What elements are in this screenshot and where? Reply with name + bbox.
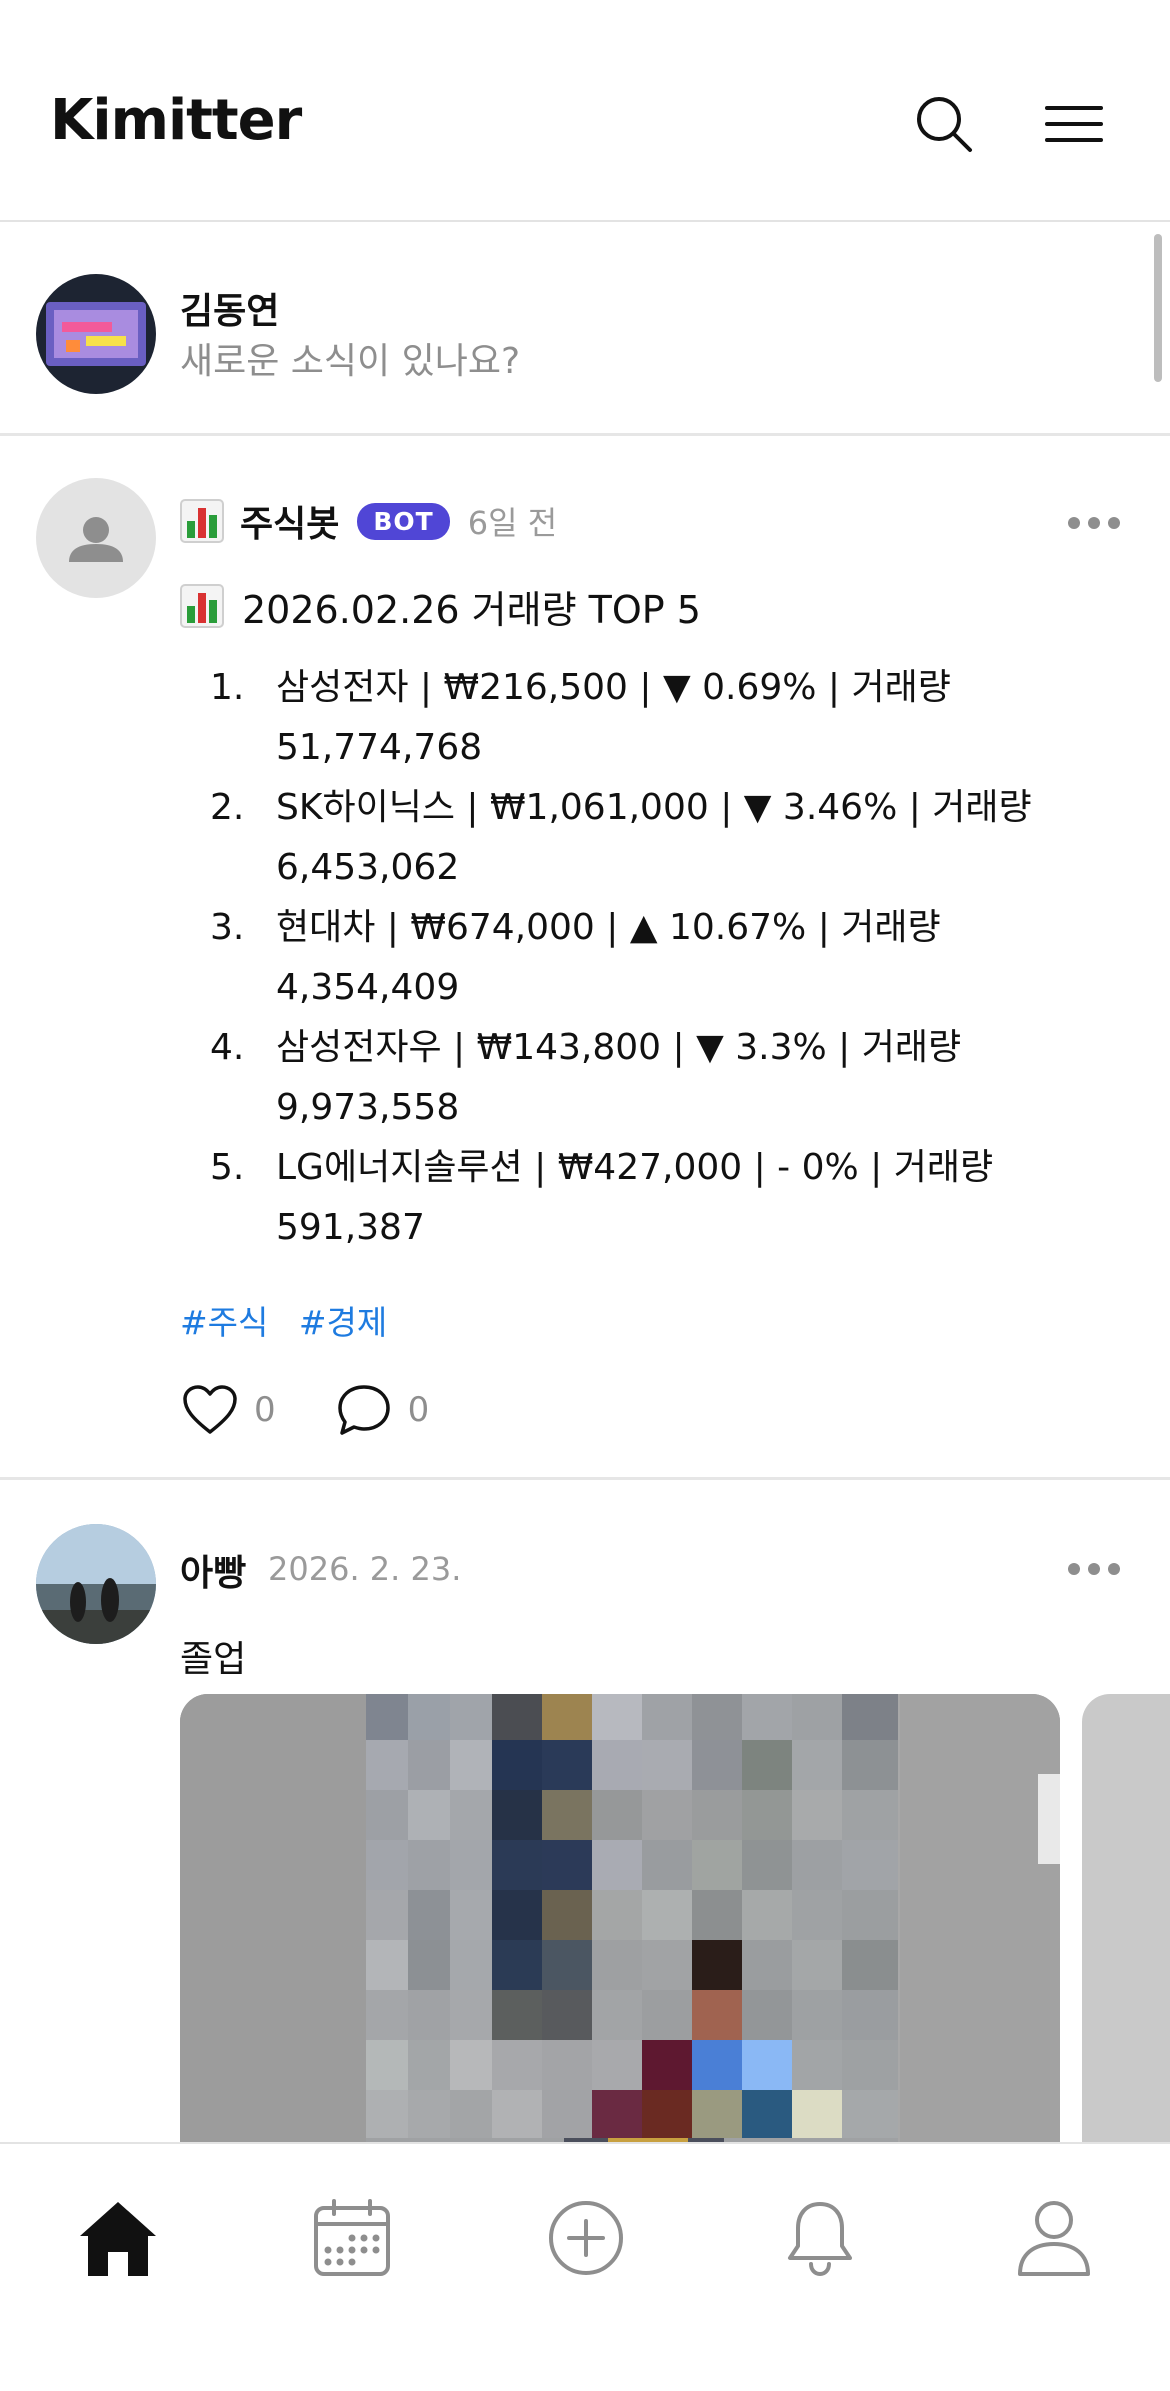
list-item: 1. 삼성전자 | ₩216,500 | ▼ 0.69% | 거래량 51,774,… xyxy=(210,667,951,768)
comment-button[interactable]: 0 xyxy=(336,1383,430,1437)
like-count: 0 xyxy=(254,1390,276,1430)
app-header: Kimitter xyxy=(0,0,1170,222)
list-item: 5. LG에너지솔루션 | ₩427,000 | - 0% | 거래량 591,38… xyxy=(210,1147,994,1248)
list-item: 4. 삼성전자우 | ₩143,800 | ▼ 3.3% | 거래량 9,973,5… xyxy=(210,1027,962,1128)
tab-home[interactable] xyxy=(70,2190,166,2286)
avatar[interactable] xyxy=(36,1524,156,1644)
more-options-icon[interactable] xyxy=(1068,1562,1120,1576)
hashtag-link[interactable]: #주식 xyxy=(180,1303,268,1342)
post-title-text: 2026.02.26 거래량 TOP 5 xyxy=(242,587,701,632)
post-title: 2026.02.26 거래량 TOP 5 xyxy=(180,578,701,634)
comment-icon xyxy=(337,1385,390,1435)
post-author[interactable]: 주식봇 xyxy=(240,495,339,547)
post-time: 6일 전 xyxy=(467,504,558,542)
stock-list: 1. 삼성전자 | ₩216,500 | ▼ 0.69% | 거래량 51,774,… xyxy=(210,658,1090,1258)
menu-icon[interactable] xyxy=(1042,92,1106,156)
like-button[interactable]: 0 xyxy=(182,1384,276,1436)
post-actions: 0 0 xyxy=(182,1380,489,1440)
add-circle-icon xyxy=(549,2201,623,2275)
bot-badge: BOT xyxy=(357,502,450,540)
avatar[interactable] xyxy=(36,478,156,598)
post-text: 졸업 xyxy=(180,1639,247,1680)
hashtags: #주식 #경제 xyxy=(180,1296,407,1344)
composer-user-name: 김동연 xyxy=(180,291,280,332)
tab-calendar[interactable] xyxy=(304,2190,400,2286)
default-avatar-icon xyxy=(69,517,123,562)
profile-icon xyxy=(1018,2201,1090,2276)
tab-create[interactable] xyxy=(538,2190,634,2286)
feed-post: 아빵 2026. 2. 23. 졸업 xyxy=(0,1482,1170,2142)
list-item: 2. SK하이닉스 | ₩1,061,000 | ▼ 3.46% | 거래량 6,4… xyxy=(210,787,1032,888)
avatar[interactable] xyxy=(36,274,156,394)
post-author[interactable]: 아빵 xyxy=(180,1544,246,1596)
feed-post: 주식봇 BOT 6일 전 2026.02.26 거래량 TOP 5 1. 삼성전자… xyxy=(0,438,1170,1480)
composer[interactable]: 김동연 새로운 소식이 있나요? xyxy=(0,224,1170,436)
tab-profile[interactable] xyxy=(1006,2190,1102,2286)
tab-notifications[interactable] xyxy=(772,2190,868,2286)
chart-icon xyxy=(180,584,224,628)
comment-count: 0 xyxy=(407,1390,430,1430)
hashtag-link[interactable]: #경제 xyxy=(299,1303,387,1342)
more-options-icon[interactable] xyxy=(1068,516,1120,530)
calendar-icon xyxy=(314,2199,390,2276)
app-title: Kimitter xyxy=(50,88,302,153)
chart-icon xyxy=(180,499,224,543)
heart-icon xyxy=(183,1385,237,1434)
post-image-next[interactable] xyxy=(1082,1694,1170,2142)
search-icon[interactable] xyxy=(912,92,976,156)
post-time: 2026. 2. 23. xyxy=(268,1550,462,1588)
composer-placeholder[interactable]: 새로운 소식이 있나요? xyxy=(180,332,520,384)
bell-icon xyxy=(788,2202,852,2277)
list-item: 3. 현대차 | ₩674,000 | ▲ 10.67% | 거래량 4,354,4… xyxy=(210,907,941,1008)
post-image[interactable] xyxy=(180,1694,1060,2142)
bottom-tab-bar xyxy=(0,2142,1170,2391)
home-icon xyxy=(80,2202,156,2276)
